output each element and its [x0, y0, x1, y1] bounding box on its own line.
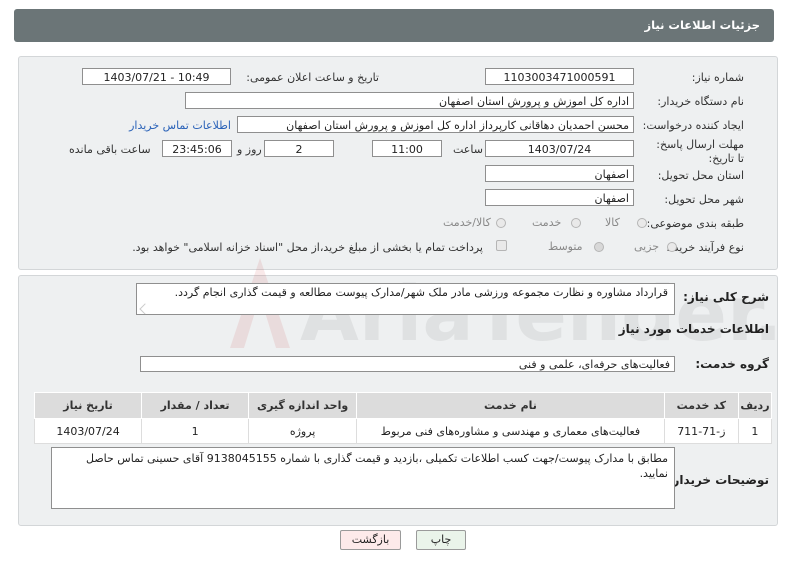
header-quantity: تعداد / مقدار — [141, 392, 250, 419]
cell-row-number: 1 — [737, 418, 773, 444]
creator-label: ایجاد کننده درخواست: — [642, 119, 744, 132]
service-group-label: گروه خدمت: — [695, 357, 769, 371]
page-header: جزئیات اطلاعات نیاز — [14, 9, 774, 42]
need-number-field[interactable]: 1103003471000591 — [485, 68, 634, 85]
creator-field[interactable]: محسن احمدیان دهاقانی کارپرداز اداره کل ا… — [237, 116, 634, 133]
category-radio-goods[interactable] — [637, 218, 647, 228]
table-header-row: ردیف کد خدمت نام خدمت واحد اندازه گیری ت… — [33, 392, 773, 419]
category-radio-service[interactable] — [571, 218, 581, 228]
announce-label: تاریخ و ساعت اعلان عمومی: — [246, 71, 379, 84]
time-label: ساعت — [453, 143, 483, 156]
days-field[interactable]: 2 — [264, 140, 334, 157]
province-label: استان محل تحویل: — [657, 169, 744, 182]
buyer-org-label: نام دستگاه خریدار: — [657, 95, 744, 108]
announce-field[interactable]: 1403/07/21 - 10:49 — [82, 68, 231, 85]
header-service-name: نام خدمت — [356, 392, 665, 419]
category-label: طبقه بندی موضوعی: — [646, 217, 744, 230]
category-option-both: کالا/خدمت — [443, 216, 491, 229]
cell-service-code: ز-71-711 — [663, 418, 739, 444]
city-field[interactable]: اصفهان — [485, 189, 634, 206]
summary-textarea[interactable]: قرارداد مشاوره و نظارت مجموعه ورزشی مادر… — [136, 283, 675, 315]
cell-service-name: فعالیت‌های معماری و مهندسی و مشاوره‌های … — [356, 418, 665, 444]
category-option-service: خدمت — [532, 216, 562, 229]
table-row[interactable]: 1 ز-71-711 فعالیت‌های معماری و مهندسی و … — [33, 418, 773, 444]
header-need-date: تاریخ نیاز — [33, 392, 143, 419]
city-label: شهر محل تحویل: — [664, 193, 744, 206]
buyer-notes-label: توضیحات خریدار: — [667, 473, 769, 487]
services-table: ردیف کد خدمت نام خدمت واحد اندازه گیری ت… — [33, 392, 773, 444]
header-service-code: کد خدمت — [663, 392, 739, 419]
back-button[interactable]: بازگشت — [340, 530, 401, 550]
remaining-label: ساعت باقی مانده — [69, 143, 151, 156]
category-option-goods: کالا — [605, 216, 620, 229]
deadline-date-field[interactable]: 1403/07/24 — [485, 140, 634, 157]
page-title: جزئیات اطلاعات نیاز — [644, 18, 760, 32]
need-number-label: شماره نیاز: — [691, 71, 744, 84]
buyer-notes-textarea[interactable]: مطابق با مدارک پیوست/جهت کسب اطلاعات تکم… — [51, 447, 675, 509]
summary-label: شرح کلی نیاز: — [683, 290, 769, 304]
services-section-title: اطلاعات خدمات مورد نیاز — [618, 322, 769, 336]
service-group-field[interactable]: فعالیت‌های حرفه‌ای، علمی و فنی — [140, 356, 675, 372]
cell-unit: پروژه — [248, 418, 358, 444]
days-label: روز و — [237, 143, 262, 156]
province-field[interactable]: اصفهان — [485, 165, 634, 182]
category-radio-both[interactable] — [496, 218, 506, 228]
deadline-label: مهلت ارسال پاسخ: تا تاریخ: — [656, 138, 744, 165]
cell-quantity: 1 — [141, 418, 250, 444]
cell-need-date: 1403/07/24 — [33, 418, 143, 444]
header-unit: واحد اندازه گیری — [248, 392, 358, 419]
buyer-contact-link[interactable]: اطلاعات تماس خریدار — [129, 119, 231, 132]
print-button[interactable]: چاپ — [416, 530, 466, 550]
deadline-time-field[interactable]: 11:00 — [372, 140, 442, 157]
header-row-number: ردیف — [737, 392, 773, 419]
remaining-time-field[interactable]: 23:45:06 — [162, 140, 232, 157]
buyer-org-field[interactable]: اداره کل اموزش و پرورش استان اصفهان — [185, 92, 634, 109]
